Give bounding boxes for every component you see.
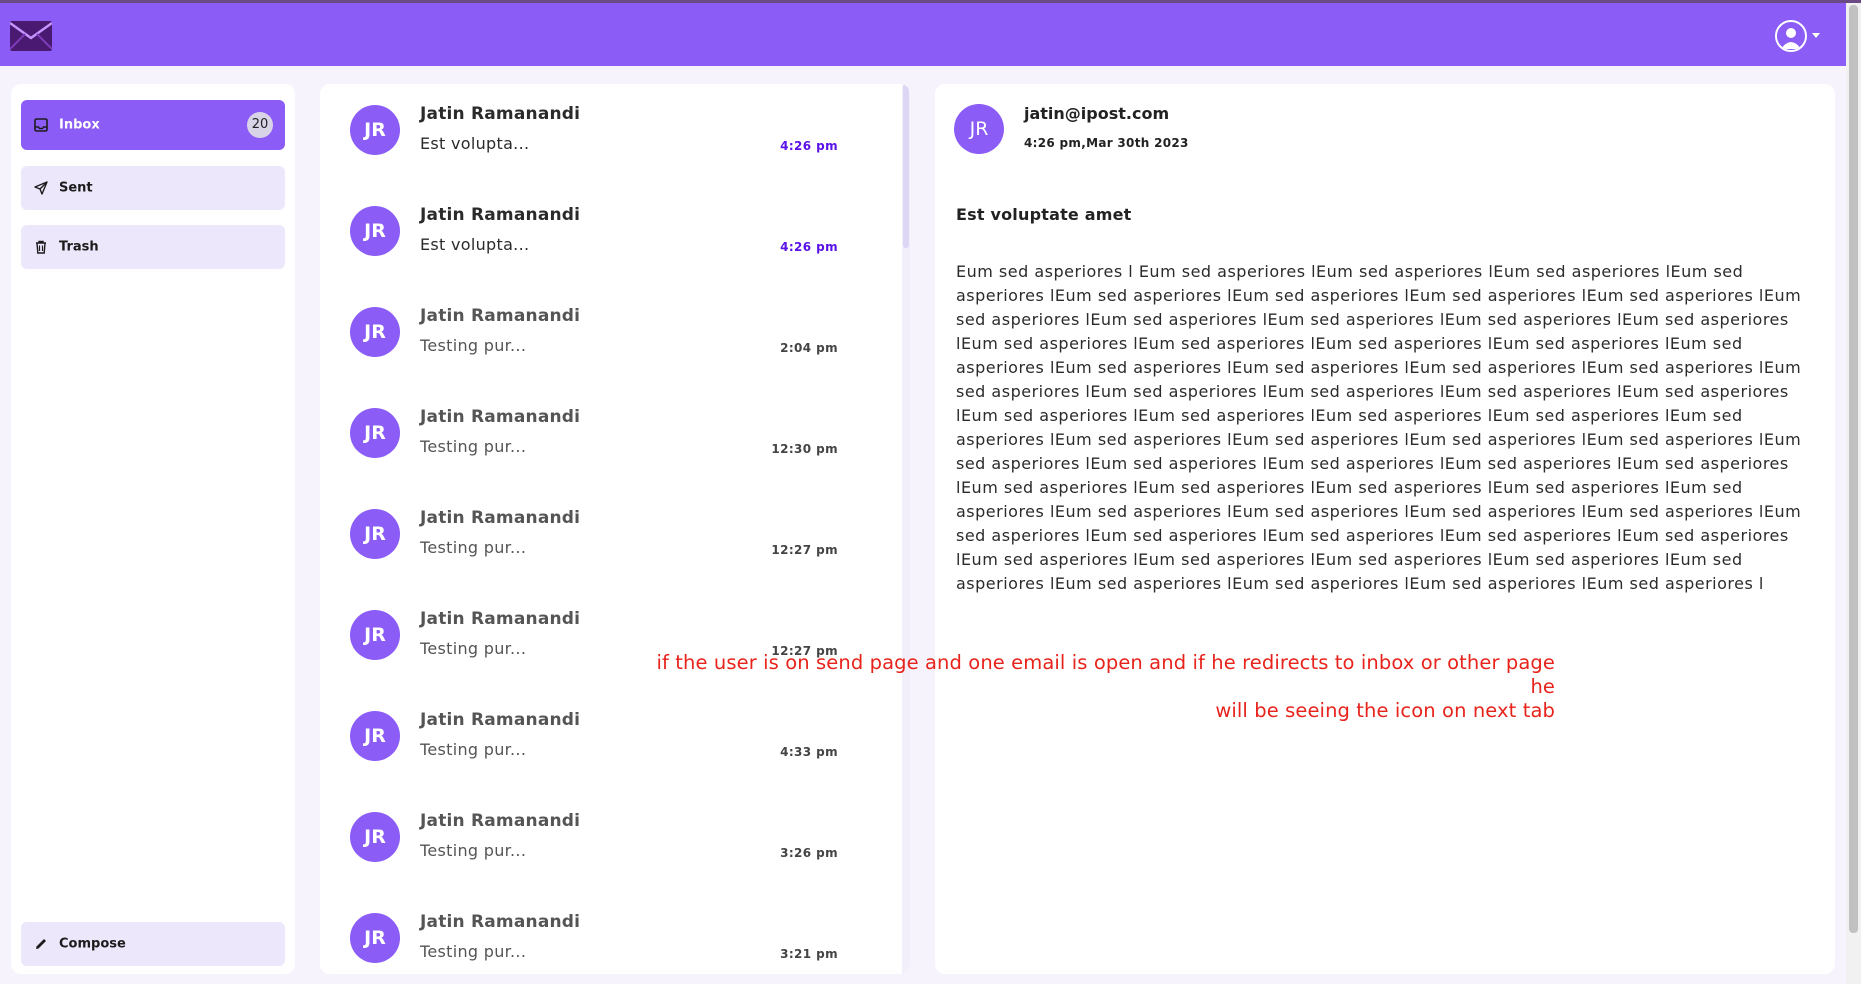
sidebar-item-sent[interactable]: Sent (21, 166, 285, 210)
mail-time: 2:04 pm (780, 341, 838, 355)
mail-reader: JR jatin@ipost.com 4:26 pm,Mar 30th 2023… (935, 84, 1835, 974)
mail-time: 12:30 pm (771, 442, 838, 456)
mail-list-item[interactable]: JR Jatin Ramanandi Testing pur... 12:27 … (320, 488, 900, 589)
sidebar-item-label: Trash (59, 239, 99, 255)
sender-name: Jatin Ramanandi (420, 306, 581, 326)
mail-subject: Est voluptate amet (956, 205, 1132, 224)
mail-date: 4:26 pm,Mar 30th 2023 (1024, 136, 1189, 150)
send-icon (34, 181, 48, 195)
pencil-icon (36, 939, 46, 949)
sender-name: Jatin Ramanandi (420, 407, 581, 427)
avatar: JR (350, 812, 400, 862)
avatar: JR (350, 206, 400, 256)
mail-subject-preview: Testing pur... (420, 740, 527, 759)
mail-list-scrollbar-thumb[interactable] (903, 84, 909, 248)
sidebar-item-trash[interactable]: Trash (21, 225, 285, 269)
sidebar-item-inbox[interactable]: Inbox 20 (21, 100, 285, 150)
chevron-down-icon (1812, 33, 1820, 38)
mail-subject-preview: Testing pur... (420, 942, 527, 961)
avatar: JR (350, 610, 400, 660)
mail-list-item[interactable]: JR Jatin Ramanandi Testing pur... 3:21 p… (320, 892, 900, 974)
mail-list-item[interactable]: JR Jatin Ramanandi Testing pur... 3:26 p… (320, 791, 900, 892)
mail-list-item[interactable]: JR Jatin Ramanandi Testing pur... 2:04 p… (320, 286, 900, 387)
mail-list-item[interactable]: JR Jatin Ramanandi Est volupta... 4:26 p… (320, 84, 900, 185)
mail-time: 3:26 pm (780, 846, 838, 860)
mail-time: 3:21 pm (780, 947, 838, 961)
mail-body: Eum sed asperiores l Eum sed asperiores … (956, 262, 1802, 593)
mail-subject-preview: Testing pur... (420, 336, 527, 355)
avatar: JR (350, 509, 400, 559)
user-circle-icon (1775, 20, 1807, 52)
sender-name: Jatin Ramanandi (420, 912, 581, 932)
mail-subject-preview: Testing pur... (420, 538, 527, 557)
unread-count-badge: 20 (247, 112, 273, 138)
sidebar-item-label: Sent (59, 180, 93, 196)
mail-subject-preview: Testing pur... (420, 639, 527, 658)
sidebar: Inbox 20 Sent Trash Compose (11, 84, 295, 974)
compose-button[interactable]: Compose (21, 922, 285, 966)
avatar: JR (954, 104, 1004, 154)
sender-name: Jatin Ramanandi (420, 811, 581, 831)
mail-subject-preview: Est volupta... (420, 235, 530, 254)
mail-time: 4:26 pm (780, 139, 838, 153)
avatar: JR (350, 105, 400, 155)
annotation-line: will be seeing the icon on next tab (1215, 699, 1555, 722)
envelope-icon[interactable] (10, 21, 52, 51)
annotation-line: if the user is on send page and one emai… (656, 651, 1555, 698)
sender-name: Jatin Ramanandi (420, 508, 581, 528)
annotation-text: if the user is on send page and one emai… (640, 651, 1555, 723)
page-scrollbar-thumb[interactable] (1849, 5, 1858, 933)
sender-email: jatin@ipost.com (1024, 104, 1170, 123)
mail-list: JR Jatin Ramanandi Est volupta... 4:26 p… (320, 84, 910, 974)
avatar: JR (350, 408, 400, 458)
trash-icon (36, 240, 46, 254)
compose-label: Compose (59, 936, 126, 952)
mail-list-item[interactable]: JR Jatin Ramanandi Est volupta... 4:26 p… (320, 185, 900, 286)
sender-name: Jatin Ramanandi (420, 609, 581, 629)
mail-subject-preview: Testing pur... (420, 437, 527, 456)
sender-name: Jatin Ramanandi (420, 205, 581, 225)
mail-time: 4:26 pm (780, 240, 838, 254)
mail-time: 12:27 pm (771, 543, 838, 557)
profile-menu-button[interactable] (1775, 20, 1823, 56)
sidebar-item-label: Inbox (59, 117, 100, 133)
inbox-icon (34, 118, 48, 132)
avatar: JR (350, 711, 400, 761)
mail-time: 4:33 pm (780, 745, 838, 759)
mail-subject-preview: Testing pur... (420, 841, 527, 860)
page-scrollbar[interactable] (1846, 3, 1861, 984)
mail-subject-preview: Est volupta... (420, 134, 530, 153)
sender-name: Jatin Ramanandi (420, 710, 581, 730)
avatar: JR (350, 307, 400, 357)
sender-name: Jatin Ramanandi (420, 104, 581, 124)
mail-list-item[interactable]: JR Jatin Ramanandi Testing pur... 12:30 … (320, 387, 900, 488)
top-app-bar (0, 3, 1846, 66)
mail-list-scrollbar[interactable] (902, 84, 910, 974)
avatar: JR (350, 913, 400, 963)
